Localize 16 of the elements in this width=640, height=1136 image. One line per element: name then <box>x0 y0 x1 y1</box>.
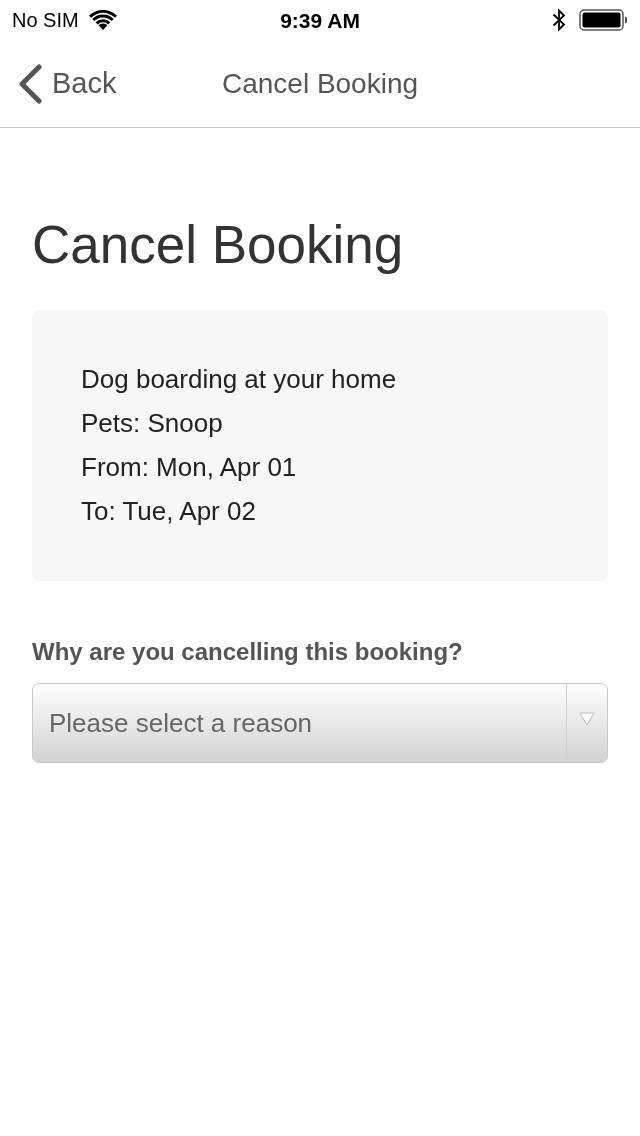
booking-detail-line: From: Mon, Apr 01 <box>81 451 298 484</box>
reason-dropdown[interactable]: Please select a reason <box>32 683 608 763</box>
wifi-icon <box>88 10 117 30</box>
back-button[interactable]: Back <box>17 63 117 104</box>
reason-question-label: Why are you cancelling this booking? <box>32 637 464 667</box>
booking-detail-line: Pets: Snoop <box>81 407 224 440</box>
clock-time: 9:39 AM <box>280 9 360 31</box>
battery-icon <box>579 9 628 31</box>
nav-title: Cancel Booking <box>221 69 419 98</box>
bluetooth-icon <box>552 8 566 32</box>
carrier-label: No SIM <box>12 10 79 30</box>
chevron-left-icon <box>17 63 43 104</box>
dropdown-triangle-icon <box>579 712 595 726</box>
booking-detail-line: Dog boarding at your home <box>81 363 398 396</box>
page-heading: Cancel Booking <box>32 214 405 276</box>
booking-detail-line: To: Tue, Apr 02 <box>81 495 257 528</box>
